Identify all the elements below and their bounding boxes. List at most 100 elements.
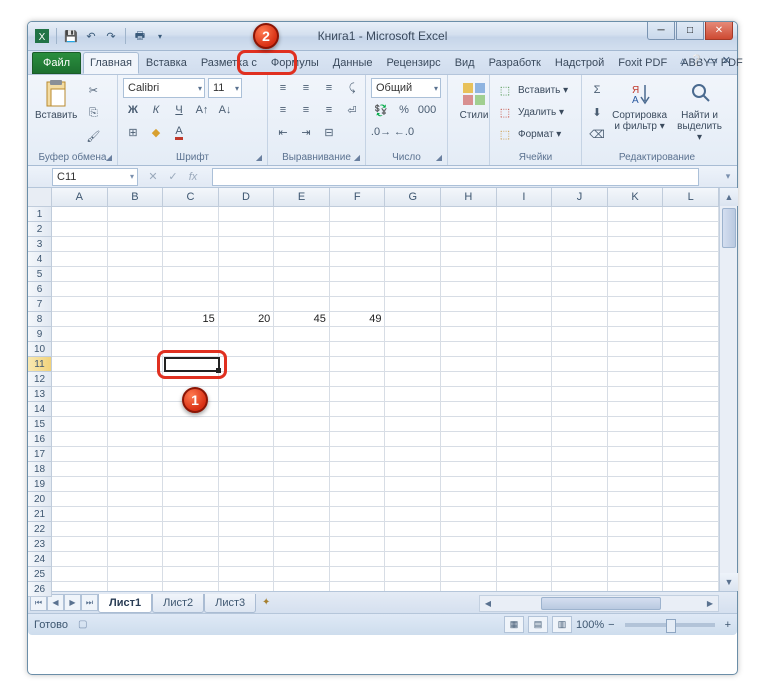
cell-B19[interactable] <box>108 477 164 492</box>
cell-F20[interactable] <box>330 492 386 507</box>
cell-J8[interactable] <box>552 312 608 327</box>
cell-I17[interactable] <box>497 447 553 462</box>
row-header-17[interactable]: 17 <box>28 447 52 462</box>
cell-G6[interactable] <box>385 282 441 297</box>
cell-A6[interactable] <box>52 282 108 297</box>
cell-C20[interactable] <box>163 492 219 507</box>
cell-H6[interactable] <box>441 282 497 297</box>
cell-C23[interactable] <box>163 537 219 552</box>
cell-E15[interactable] <box>274 417 330 432</box>
cell-C16[interactable] <box>163 432 219 447</box>
cell-K5[interactable] <box>608 267 664 282</box>
cell-J13[interactable] <box>552 387 608 402</box>
cell-J16[interactable] <box>552 432 608 447</box>
cell-J1[interactable] <box>552 207 608 222</box>
cell-E18[interactable] <box>274 462 330 477</box>
comma-icon[interactable]: 000 <box>417 100 437 120</box>
col-header-J[interactable]: J <box>552 188 608 207</box>
cell-F11[interactable] <box>330 357 386 372</box>
cell-D1[interactable] <box>219 207 275 222</box>
grow-font-icon[interactable]: A↑ <box>192 100 212 120</box>
currency-icon[interactable]: 💱 <box>371 100 391 120</box>
cell-K20[interactable] <box>608 492 664 507</box>
cell-C2[interactable] <box>163 222 219 237</box>
minimize-ribbon-icon[interactable]: ▵ <box>680 54 686 67</box>
cell-J17[interactable] <box>552 447 608 462</box>
cut-icon[interactable]: ✂ <box>83 80 103 100</box>
cell-B9[interactable] <box>108 327 164 342</box>
sheet-next-icon[interactable]: ▶ <box>64 594 81 611</box>
cell-L11[interactable] <box>663 357 719 372</box>
cell-L18[interactable] <box>663 462 719 477</box>
cell-C18[interactable] <box>163 462 219 477</box>
decrease-decimal-icon[interactable]: ←.0 <box>394 122 414 142</box>
sheet-tab-1[interactable]: Лист1 <box>98 594 152 613</box>
cell-D11[interactable] <box>219 357 275 372</box>
cell-A17[interactable] <box>52 447 108 462</box>
cell-C7[interactable] <box>163 297 219 312</box>
cell-L6[interactable] <box>663 282 719 297</box>
cell-I11[interactable] <box>497 357 553 372</box>
cell-D8[interactable]: 20 <box>219 312 275 327</box>
col-header-I[interactable]: I <box>497 188 553 207</box>
formula-bar[interactable] <box>212 168 699 186</box>
hscroll-thumb[interactable] <box>541 597 661 610</box>
cell-J7[interactable] <box>552 297 608 312</box>
cell-E5[interactable] <box>274 267 330 282</box>
cell-J5[interactable] <box>552 267 608 282</box>
row-header-3[interactable]: 3 <box>28 237 52 252</box>
tab-file[interactable]: Файл <box>32 52 81 74</box>
cell-H13[interactable] <box>441 387 497 402</box>
cell-G10[interactable] <box>385 342 441 357</box>
macro-record-icon[interactable]: ▢ <box>78 619 87 630</box>
cell-B6[interactable] <box>108 282 164 297</box>
cell-E9[interactable] <box>274 327 330 342</box>
cell-K16[interactable] <box>608 432 664 447</box>
align-right-icon[interactable]: ≡ <box>319 100 339 120</box>
cell-H22[interactable] <box>441 522 497 537</box>
qat-dropdown-icon[interactable]: ▾ <box>152 28 168 44</box>
number-format-combo[interactable]: Общий <box>371 78 441 98</box>
cell-D15[interactable] <box>219 417 275 432</box>
cell-D3[interactable] <box>219 237 275 252</box>
cell-H14[interactable] <box>441 402 497 417</box>
cell-G14[interactable] <box>385 402 441 417</box>
cell-C15[interactable] <box>163 417 219 432</box>
cell-L4[interactable] <box>663 252 719 267</box>
cell-C24[interactable] <box>163 552 219 567</box>
cells-area[interactable]: 15204549 <box>52 207 719 591</box>
cell-I9[interactable] <box>497 327 553 342</box>
col-header-E[interactable]: E <box>274 188 330 207</box>
tab-data[interactable]: Данные <box>326 52 380 74</box>
cell-L1[interactable] <box>663 207 719 222</box>
align-expand-icon[interactable]: ◢ <box>351 151 363 163</box>
cell-K8[interactable] <box>608 312 664 327</box>
cell-H18[interactable] <box>441 462 497 477</box>
spreadsheet-grid[interactable]: ABCDEFGHIJKL 123456789101112131415161718… <box>28 188 737 591</box>
row-header-26[interactable]: 26 <box>28 582 52 597</box>
column-headers[interactable]: ABCDEFGHIJKL <box>52 188 719 207</box>
cell-L20[interactable] <box>663 492 719 507</box>
cell-E16[interactable] <box>274 432 330 447</box>
sheet-tab-3[interactable]: Лист3 <box>204 594 256 613</box>
row-header-21[interactable]: 21 <box>28 507 52 522</box>
cell-C1[interactable] <box>163 207 219 222</box>
row-header-25[interactable]: 25 <box>28 567 52 582</box>
decrease-indent-icon[interactable]: ⇤ <box>273 122 293 142</box>
autosum-icon[interactable]: Σ <box>587 80 607 100</box>
cell-A12[interactable] <box>52 372 108 387</box>
increase-indent-icon[interactable]: ⇥ <box>296 122 316 142</box>
zoom-level[interactable]: 100% <box>576 619 604 631</box>
cell-A22[interactable] <box>52 522 108 537</box>
cell-I18[interactable] <box>497 462 553 477</box>
cell-K4[interactable] <box>608 252 664 267</box>
zoom-slider[interactable] <box>625 623 715 627</box>
tab-developer[interactable]: Разработк <box>482 52 548 74</box>
cell-E14[interactable] <box>274 402 330 417</box>
cell-G2[interactable] <box>385 222 441 237</box>
cell-L9[interactable] <box>663 327 719 342</box>
cell-L2[interactable] <box>663 222 719 237</box>
cell-J3[interactable] <box>552 237 608 252</box>
cell-B15[interactable] <box>108 417 164 432</box>
cell-B12[interactable] <box>108 372 164 387</box>
